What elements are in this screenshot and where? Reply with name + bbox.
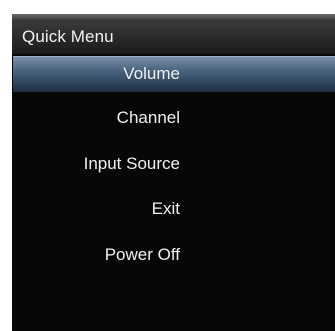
menu-item-label: Channel <box>116 108 180 127</box>
panel-top-edge <box>12 14 335 22</box>
quick-menu-panel: Quick Menu Volume Channel Input Source E… <box>12 14 335 331</box>
menu-item-volume[interactable]: Volume <box>13 56 335 92</box>
menu-item-exit[interactable]: Exit <box>12 191 335 227</box>
menu-title: Quick Menu <box>22 27 114 46</box>
menu-item-label: Volume <box>123 64 180 83</box>
menu-item-input-source[interactable]: Input Source <box>12 146 335 182</box>
menu-item-label: Power Off <box>104 245 180 264</box>
screen-frame: Quick Menu Volume Channel Input Source E… <box>0 0 335 331</box>
menu-item-label: Exit <box>151 199 180 218</box>
menu-item-label: Input Source <box>83 154 180 173</box>
title-bar: Quick Menu <box>12 22 335 55</box>
menu-item-power-off[interactable]: Power Off <box>12 237 335 273</box>
menu-item-channel[interactable]: Channel <box>12 100 335 136</box>
